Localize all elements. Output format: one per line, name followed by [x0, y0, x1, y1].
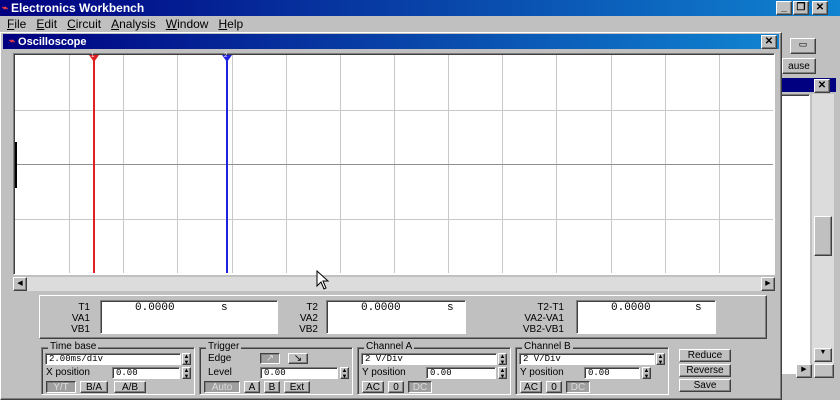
- trigger-b-button[interactable]: B: [264, 381, 280, 393]
- readout-3-display: 0.0000 s: [576, 300, 716, 334]
- cursor-2-label: 2: [224, 53, 228, 59]
- restore-button[interactable]: ❐: [793, 1, 809, 15]
- channel-a-ypos-label: Y position: [362, 367, 406, 378]
- channel-a-scale-field[interactable]: 2 V/Div: [361, 353, 497, 365]
- channel-b-ypos-spinner[interactable]: ▲ ▼: [642, 367, 651, 380]
- background-close-button[interactable]: ✕: [814, 79, 830, 93]
- channel-b-group: Channel B 2 V/Div ▲ ▼ Y position 0.00 ▲ ▼ …: [515, 341, 669, 395]
- timebase-spinner[interactable]: ▲ ▼: [182, 353, 191, 366]
- background-vscrollbar[interactable]: ▼: [812, 94, 834, 364]
- readout-2-display: 0.0000 s: [326, 300, 466, 334]
- scope-grid: [15, 55, 773, 273]
- oscilloscope-close-button[interactable]: ✕: [761, 35, 777, 49]
- app-titlebar: ⌁ Electronics Workbench: [0, 0, 840, 16]
- readout-2-unit: s: [447, 302, 454, 314]
- background-panel: [780, 94, 810, 374]
- trigger-a-button[interactable]: A: [244, 381, 260, 393]
- channel-a-label: Channel A: [364, 341, 415, 352]
- oscilloscope-title: Oscilloscope: [18, 35, 87, 48]
- screen-hscrollbar[interactable]: ◀ ▶: [13, 277, 775, 291]
- readout-1-display: 0.0000 s: [100, 300, 278, 334]
- menu-edit[interactable]: Edit: [31, 17, 62, 31]
- channel-b-ypos-field[interactable]: 0.00: [584, 367, 640, 379]
- scope-screen: [15, 55, 773, 273]
- menu-circuit[interactable]: Circuit: [62, 17, 106, 31]
- channel-b-label: Channel B: [522, 341, 573, 352]
- timebase-group: Time base 2.00ms/div ▲ ▼ X position 0.00 …: [41, 341, 195, 395]
- background-scroll-thumb[interactable]: [814, 216, 832, 256]
- timebase-xpos-spinner[interactable]: ▲ ▼: [182, 367, 191, 380]
- readout-1-unit: s: [221, 302, 228, 314]
- mouse-pointer-icon: [316, 270, 330, 290]
- scope-screen-frame: 1 2: [13, 53, 775, 275]
- menu-window[interactable]: Window: [161, 17, 214, 31]
- channel-b-ac-button[interactable]: AC: [520, 381, 542, 393]
- background-hscroll-thumb[interactable]: [814, 364, 834, 378]
- channel-b-scale-field[interactable]: 2 V/Div: [519, 353, 655, 365]
- menu-bar: File Edit Circuit Analysis Window Help: [2, 16, 248, 32]
- channel-a-ypos-spinner[interactable]: ▲ ▼: [498, 367, 507, 380]
- oscilloscope-titlebar: ⌁ Oscilloscope: [3, 34, 779, 49]
- edge-fall-button[interactable]: ↘: [288, 353, 308, 364]
- trigger-ext-button[interactable]: Ext: [284, 381, 310, 393]
- hscroll-right-button[interactable]: ▶: [761, 277, 775, 291]
- reverse-button[interactable]: Reverse: [679, 364, 731, 377]
- hscroll-left-button[interactable]: ◀: [13, 277, 27, 291]
- channel-b-scale-spinner[interactable]: ▲ ▼: [656, 353, 665, 366]
- readout-1-labels: T1 VA1 VB1: [71, 302, 90, 335]
- trigger-level-label: Level: [208, 367, 232, 378]
- trigger-auto-button[interactable]: Auto: [204, 381, 240, 393]
- readout-3-labels: T2-T1 VA2-VA1 VB2-VB1: [522, 302, 564, 335]
- trigger-group: Trigger Edge ↗ ↘ Level 0.00 ▲ ▼ Auto A B …: [199, 341, 353, 395]
- app-icon: ⌁: [2, 2, 9, 14]
- trigger-edge-label: Edge: [208, 353, 232, 364]
- menu-analysis[interactable]: Analysis: [106, 17, 161, 31]
- readout-2-value: 0.0000: [361, 302, 401, 314]
- edge-rise-button[interactable]: ↗: [260, 353, 280, 364]
- background-hscroll-right[interactable]: ▶: [796, 364, 812, 378]
- channel-a-ypos-field[interactable]: 0.00: [426, 367, 496, 379]
- channel-b-zero-button[interactable]: 0: [546, 381, 562, 393]
- readout-2-labels: T2 VA2 VB2: [299, 302, 318, 335]
- timebase-label: Time base: [48, 341, 99, 352]
- mode-yt-button[interactable]: Y/T: [46, 381, 76, 393]
- channel-b-ypos-label: Y position: [520, 367, 564, 378]
- channel-a-scale-spinner[interactable]: ▲ ▼: [498, 353, 507, 366]
- channel-b-dc-button[interactable]: DC: [566, 381, 590, 393]
- channel-a-zero-button[interactable]: 0: [388, 381, 404, 393]
- oscilloscope-window: ⌁ Oscilloscope ✕ 1 2 ◀ ▶ T1 VA1 VB1 0.00…: [0, 32, 782, 400]
- menu-help[interactable]: Help: [213, 17, 248, 31]
- cursor-1-label: 1: [91, 53, 95, 59]
- oscilloscope-icon: ⌁: [9, 36, 16, 47]
- timebase-value-field[interactable]: 2.00ms/div: [45, 353, 181, 365]
- reduce-button[interactable]: Reduce: [679, 349, 731, 362]
- channel-a-ac-button[interactable]: AC: [362, 381, 384, 393]
- readout-3-value: 0.0000: [611, 302, 651, 314]
- minimize-button[interactable]: _: [776, 1, 792, 15]
- close-button[interactable]: ✕: [812, 1, 828, 15]
- screen-left-marker: [15, 142, 17, 188]
- mode-ab-button[interactable]: A/B: [114, 381, 146, 393]
- channel-a-dc-button[interactable]: DC: [408, 381, 432, 393]
- readout-1-value: 0.0000: [135, 302, 175, 314]
- trigger-level-spinner[interactable]: ▲ ▼: [340, 367, 349, 380]
- menu-file[interactable]: File: [2, 17, 31, 31]
- trigger-level-field[interactable]: 0.00: [260, 367, 338, 379]
- background-scroll-down-button[interactable]: ▼: [814, 348, 832, 362]
- trigger-label: Trigger: [206, 341, 242, 352]
- controls-area: Time base 2.00ms/div ▲ ▼ X position 0.00 …: [39, 341, 779, 399]
- background-toolbar-button[interactable]: ▭: [790, 38, 816, 54]
- mode-ba-button[interactable]: B/A: [80, 381, 108, 393]
- channel-a-group: Channel A 2 V/Div ▲ ▼ Y position 0.00 ▲ ▼ …: [357, 341, 511, 395]
- app-title: Electronics Workbench: [11, 1, 145, 15]
- readout-panel: T1 VA1 VB1 0.0000 s T2 VA2 VB2 0.0000 s …: [39, 295, 767, 339]
- timebase-xpos-field[interactable]: 0.00: [112, 367, 180, 379]
- pause-button[interactable]: ause: [782, 58, 816, 74]
- save-button[interactable]: Save: [679, 379, 731, 392]
- readout-3-unit: s: [695, 302, 702, 314]
- timebase-xpos-label: X position: [46, 367, 90, 378]
